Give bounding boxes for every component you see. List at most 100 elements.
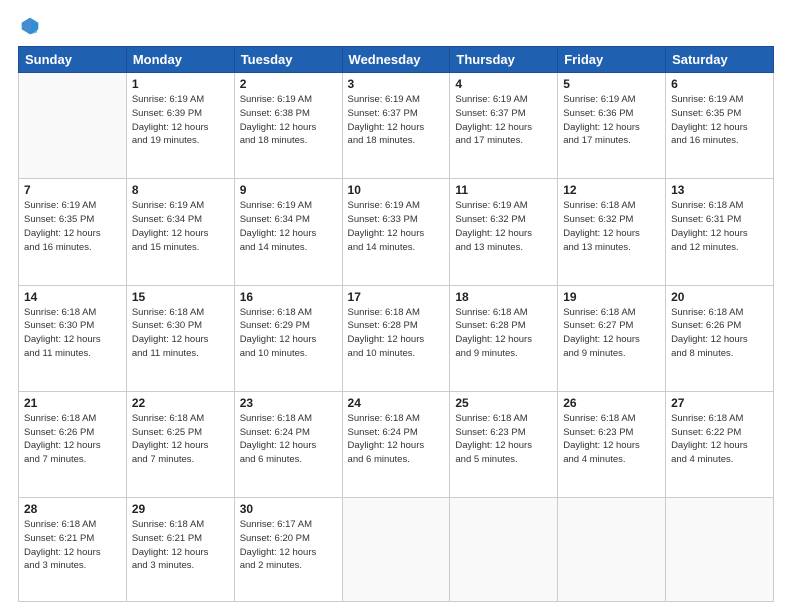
day-number: 19 [563,290,660,304]
day-info: Sunrise: 6:18 AM Sunset: 6:32 PM Dayligh… [563,199,660,254]
calendar-cell: 5Sunrise: 6:19 AM Sunset: 6:36 PM Daylig… [558,73,666,179]
calendar-cell: 20 Sunrise: 6:18 AM Sunset: 6:26 PM Dayli… [666,285,774,391]
day-number: 18 [455,290,552,304]
day-header-sunday: Sunday [19,47,127,73]
calendar-cell [19,73,127,179]
day-number: 17 [348,290,445,304]
calendar-cell [342,498,450,602]
day-header-tuesday: Tuesday [234,47,342,73]
day-number: 9 [240,183,337,197]
calendar-cell: 6 Sunrise: 6:19 AM Sunset: 6:35 PM Daylig… [666,73,774,179]
day-number: 29 [132,502,229,516]
calendar-cell [666,498,774,602]
day-info: Sunrise: 6:19 AM Sunset: 6:38 PM Dayligh… [240,93,337,148]
day-info: Sunrise: 6:19 AM Sunset: 6:32 PM Dayligh… [455,199,552,254]
calendar-cell [558,498,666,602]
day-info: Sunrise: 6:19 AM Sunset: 6:33 PM Dayligh… [348,199,445,254]
day-info: Sunrise: 6:18 AM Sunset: 6:28 PM Dayligh… [455,306,552,361]
day-number: 20 [671,290,768,304]
calendar-cell: 2 Sunrise: 6:19 AM Sunset: 6:38 PM Daylig… [234,73,342,179]
day-info: Sunrise: 6:18 AM Sunset: 6:24 PM Dayligh… [240,412,337,467]
calendar-cell: 17 Sunrise: 6:18 AM Sunset: 6:28 PM Dayli… [342,285,450,391]
day-info: Sunrise: 6:19 AM Sunset: 6:39 PM Dayligh… [132,93,229,148]
day-number: 16 [240,290,337,304]
calendar-cell: 22 Sunrise: 6:18 AM Sunset: 6:25 PM Dayli… [126,391,234,497]
calendar-cell: 10Sunrise: 6:19 AM Sunset: 6:33 PM Dayli… [342,179,450,285]
day-info: Sunrise: 6:18 AM Sunset: 6:23 PM Dayligh… [563,412,660,467]
day-info: Sunrise: 6:19 AM Sunset: 6:34 PM Dayligh… [132,199,229,254]
calendar-cell: 27Sunrise: 6:18 AM Sunset: 6:22 PM Dayli… [666,391,774,497]
calendar-cell: 7 Sunrise: 6:19 AM Sunset: 6:35 PM Daylig… [19,179,127,285]
day-number: 12 [563,183,660,197]
calendar-cell: 13 Sunrise: 6:18 AM Sunset: 6:31 PM Dayli… [666,179,774,285]
calendar-table: SundayMondayTuesdayWednesdayThursdayFrid… [18,46,774,602]
day-info: Sunrise: 6:18 AM Sunset: 6:26 PM Dayligh… [671,306,768,361]
day-number: 1 [132,77,229,91]
calendar-cell: 21 Sunrise: 6:18 AM Sunset: 6:26 PM Dayli… [19,391,127,497]
page: SundayMondayTuesdayWednesdayThursdayFrid… [0,0,792,612]
day-number: 21 [24,396,121,410]
day-info: Sunrise: 6:18 AM Sunset: 6:29 PM Dayligh… [240,306,337,361]
calendar-cell: 15 Sunrise: 6:18 AM Sunset: 6:30 PM Dayli… [126,285,234,391]
day-info: Sunrise: 6:18 AM Sunset: 6:30 PM Dayligh… [24,306,121,361]
calendar-cell: 12 Sunrise: 6:18 AM Sunset: 6:32 PM Dayli… [558,179,666,285]
week-row-3: 14 Sunrise: 6:18 AM Sunset: 6:30 PM Dayli… [19,285,774,391]
calendar-cell [450,498,558,602]
day-number: 23 [240,396,337,410]
day-number: 2 [240,77,337,91]
day-info: Sunrise: 6:18 AM Sunset: 6:25 PM Dayligh… [132,412,229,467]
day-number: 24 [348,396,445,410]
day-info: Sunrise: 6:17 AM Sunset: 6:20 PM Dayligh… [240,518,337,573]
day-header-thursday: Thursday [450,47,558,73]
week-row-5: 28Sunrise: 6:18 AM Sunset: 6:21 PM Dayli… [19,498,774,602]
day-info: Sunrise: 6:19 AM Sunset: 6:35 PM Dayligh… [671,93,768,148]
calendar-cell: 23 Sunrise: 6:18 AM Sunset: 6:24 PM Dayli… [234,391,342,497]
day-number: 4 [455,77,552,91]
calendar-cell: 9 Sunrise: 6:19 AM Sunset: 6:34 PM Daylig… [234,179,342,285]
day-number: 14 [24,290,121,304]
calendar-cell: 30 Sunrise: 6:17 AM Sunset: 6:20 PM Dayli… [234,498,342,602]
day-info: Sunrise: 6:18 AM Sunset: 6:21 PM Dayligh… [132,518,229,573]
day-info: Sunrise: 6:18 AM Sunset: 6:27 PM Dayligh… [563,306,660,361]
day-header-monday: Monday [126,47,234,73]
day-number: 8 [132,183,229,197]
logo [18,18,40,36]
day-info: Sunrise: 6:19 AM Sunset: 6:37 PM Dayligh… [348,93,445,148]
day-number: 15 [132,290,229,304]
day-number: 22 [132,396,229,410]
day-number: 30 [240,502,337,516]
calendar-cell: 16 Sunrise: 6:18 AM Sunset: 6:29 PM Dayli… [234,285,342,391]
calendar-header-row: SundayMondayTuesdayWednesdayThursdayFrid… [19,47,774,73]
day-info: Sunrise: 6:19 AM Sunset: 6:37 PM Dayligh… [455,93,552,148]
day-info: Sunrise: 6:19 AM Sunset: 6:35 PM Dayligh… [24,199,121,254]
day-number: 7 [24,183,121,197]
day-info: Sunrise: 6:18 AM Sunset: 6:28 PM Dayligh… [348,306,445,361]
week-row-2: 7 Sunrise: 6:19 AM Sunset: 6:35 PM Daylig… [19,179,774,285]
day-info: Sunrise: 6:18 AM Sunset: 6:31 PM Dayligh… [671,199,768,254]
calendar-cell: 18 Sunrise: 6:18 AM Sunset: 6:28 PM Dayli… [450,285,558,391]
day-info: Sunrise: 6:18 AM Sunset: 6:26 PM Dayligh… [24,412,121,467]
day-info: Sunrise: 6:18 AM Sunset: 6:21 PM Dayligh… [24,518,121,573]
calendar-cell: 28Sunrise: 6:18 AM Sunset: 6:21 PM Dayli… [19,498,127,602]
day-info: Sunrise: 6:18 AM Sunset: 6:23 PM Dayligh… [455,412,552,467]
day-header-wednesday: Wednesday [342,47,450,73]
calendar-cell: 19 Sunrise: 6:18 AM Sunset: 6:27 PM Dayli… [558,285,666,391]
week-row-1: 1 Sunrise: 6:19 AM Sunset: 6:39 PM Daylig… [19,73,774,179]
day-info: Sunrise: 6:18 AM Sunset: 6:30 PM Dayligh… [132,306,229,361]
day-number: 11 [455,183,552,197]
day-number: 25 [455,396,552,410]
calendar-cell: 29 Sunrise: 6:18 AM Sunset: 6:21 PM Dayli… [126,498,234,602]
calendar-cell: 3 Sunrise: 6:19 AM Sunset: 6:37 PM Daylig… [342,73,450,179]
week-row-4: 21 Sunrise: 6:18 AM Sunset: 6:26 PM Dayli… [19,391,774,497]
day-number: 6 [671,77,768,91]
calendar-cell: 8 Sunrise: 6:19 AM Sunset: 6:34 PM Daylig… [126,179,234,285]
calendar-cell: 1 Sunrise: 6:19 AM Sunset: 6:39 PM Daylig… [126,73,234,179]
calendar-cell: 4 Sunrise: 6:19 AM Sunset: 6:37 PM Daylig… [450,73,558,179]
day-info: Sunrise: 6:18 AM Sunset: 6:24 PM Dayligh… [348,412,445,467]
day-number: 13 [671,183,768,197]
day-number: 26 [563,396,660,410]
day-number: 3 [348,77,445,91]
day-info: Sunrise: 6:19 AM Sunset: 6:34 PM Dayligh… [240,199,337,254]
day-number: 5 [563,77,660,91]
day-header-friday: Friday [558,47,666,73]
